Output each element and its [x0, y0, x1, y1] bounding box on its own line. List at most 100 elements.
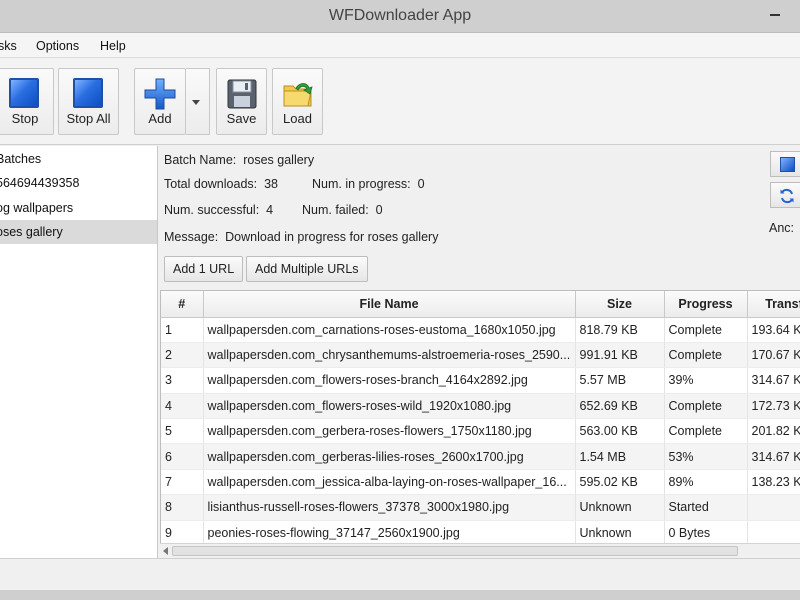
message-row: Message: Download in progress for roses …	[164, 230, 438, 244]
cell-transferred: 314.67 K	[747, 367, 800, 394]
column-header-progress[interactable]: Progress	[664, 291, 748, 318]
window-bottom-edge	[0, 590, 800, 600]
column-header-transferred[interactable]: Transf	[747, 291, 800, 318]
table-row[interactable]: 8 lisianthus-russell-roses-flowers_37378_…	[161, 494, 800, 521]
anc-label: Anc:	[769, 221, 795, 235]
chevron-down-icon	[192, 100, 200, 105]
cell-size: 1.54 MB	[575, 443, 665, 470]
side-refresh-button[interactable]	[770, 182, 800, 208]
cell-transferred: 138.23 K	[747, 469, 800, 496]
in-progress-value: 0	[417, 177, 425, 191]
message-value: Download in progress for roses gallery	[225, 230, 439, 244]
table-row[interactable]: 1 wallpapersden.com_carnations-roses-eust…	[161, 317, 800, 343]
title-bar: WFDownloader App	[0, 0, 800, 33]
minimize-icon[interactable]	[770, 4, 782, 18]
cell-transferred: 314.67 K	[747, 443, 800, 470]
batch-name-value: roses gallery	[243, 153, 315, 167]
batch-list-item[interactable]: 564694439358	[0, 171, 157, 195]
table-row[interactable]: 9 peonies-roses-flowing_37147_2560x1900.j…	[161, 520, 800, 547]
menu-options[interactable]: Options	[36, 39, 79, 53]
cell-file-name: wallpapersden.com_jessica-alba-laying-on…	[203, 469, 576, 496]
table-row[interactable]: 6 wallpapersden.com_gerberas-lilies-roses…	[161, 443, 800, 470]
cell-size: 818.79 KB	[575, 317, 665, 343]
cell-index: 1	[161, 317, 204, 343]
refresh-icon	[780, 188, 794, 204]
table-row[interactable]: 4 wallpapersden.com_flowers-roses-wild_19…	[161, 393, 800, 420]
add-multiple-urls-button[interactable]: Add Multiple URLs	[246, 256, 368, 282]
stop-all-button[interactable]: Stop All	[58, 68, 119, 135]
batch-list-item-selected[interactable]: oses gallery	[0, 220, 157, 244]
cell-index: 4	[161, 393, 204, 420]
batch-name-row: Batch Name: roses gallery	[164, 153, 314, 167]
in-progress-row: Num. in progress: 0	[312, 177, 425, 191]
add-one-url-button[interactable]: Add 1 URL	[164, 256, 244, 282]
cell-progress: 39%	[664, 367, 748, 394]
cell-index: 7	[161, 469, 204, 496]
load-button[interactable]: Load	[272, 68, 323, 135]
in-progress-label: Num. in progress:	[312, 177, 411, 191]
stop-button[interactable]: Stop	[0, 68, 54, 135]
cell-transferred	[747, 494, 800, 521]
table-header-row: # File Name Size Progress Transf	[161, 291, 800, 318]
cell-transferred	[747, 520, 800, 547]
message-label: Message:	[164, 230, 219, 244]
failed-row: Num. failed: 0	[302, 203, 383, 217]
stop-all-square-icon	[72, 78, 105, 110]
stop-square-icon	[780, 157, 795, 172]
window-title: WFDownloader App	[328, 7, 472, 24]
column-header-file-name[interactable]: File Name	[203, 291, 576, 318]
table-row[interactable]: 3 wallpapersden.com_flowers-roses-branch_…	[161, 367, 800, 394]
scrollbar-thumb[interactable]	[172, 546, 738, 556]
batch-list: Batches 564694439358 og wallpapers oses …	[0, 146, 158, 558]
cell-index: 8	[161, 494, 204, 521]
add-button[interactable]: Add	[134, 68, 186, 135]
cell-transferred: 170.67 K	[747, 342, 800, 369]
folder-arrow-icon	[282, 78, 314, 110]
cell-index: 2	[161, 342, 204, 369]
cell-index: 6	[161, 443, 204, 470]
table-row[interactable]: 5 wallpapersden.com_gerbera-roses-flowers…	[161, 418, 800, 445]
menu-help[interactable]: Help	[100, 39, 126, 53]
failed-value: 0	[375, 203, 383, 217]
cell-progress: Complete	[664, 317, 748, 343]
add-dropdown-button[interactable]	[186, 68, 210, 135]
table-row[interactable]: 7 wallpapersden.com_jessica-alba-laying-o…	[161, 469, 800, 496]
cell-file-name: peonies-roses-flowing_37147_2560x1900.jp…	[203, 520, 576, 547]
cell-file-name: wallpapersden.com_gerberas-lilies-roses_…	[203, 443, 576, 470]
save-button[interactable]: Save	[216, 68, 267, 135]
cell-transferred: 201.82 K	[747, 418, 800, 445]
batch-info-panel: Batch Name: roses gallery Total download…	[160, 146, 800, 290]
save-button-label: Save	[226, 111, 257, 126]
cell-size: 563.00 KB	[575, 418, 665, 445]
total-downloads-row: Total downloads: 38	[164, 177, 278, 191]
scroll-left-icon[interactable]	[163, 547, 168, 555]
cell-progress: Complete	[664, 342, 748, 369]
cell-progress: Started	[664, 494, 748, 521]
stop-all-button-label: Stop All	[66, 111, 111, 126]
batch-name-label: Batch Name:	[164, 153, 237, 167]
cell-transferred: 172.73 K	[747, 393, 800, 420]
successful-value: 4	[266, 203, 274, 217]
horizontal-scrollbar[interactable]	[160, 543, 800, 558]
cell-progress: 0 Bytes	[664, 520, 748, 547]
table-row[interactable]: 2 wallpapersden.com_chrysanthemums-alstro…	[161, 342, 800, 369]
batch-list-item[interactable]: Batches	[0, 147, 157, 171]
add-button-label: Add	[148, 111, 172, 126]
column-header-index[interactable]: #	[161, 291, 204, 318]
column-header-size[interactable]: Size	[575, 291, 665, 318]
plus-icon	[144, 78, 176, 110]
cell-index: 5	[161, 418, 204, 445]
menu-tasks[interactable]: sks	[0, 39, 17, 53]
side-stop-button[interactable]	[770, 151, 800, 177]
total-downloads-value: 38	[264, 177, 278, 191]
cell-size: 652.69 KB	[575, 393, 665, 420]
batch-list-item[interactable]: og wallpapers	[0, 196, 157, 220]
cell-size: Unknown	[575, 494, 665, 521]
successful-label: Num. successful:	[164, 203, 260, 217]
cell-file-name: wallpapersden.com_flowers-roses-wild_192…	[203, 393, 576, 420]
successful-row: Num. successful: 4	[164, 203, 273, 217]
cell-size: 991.91 KB	[575, 342, 665, 369]
toolbar: Stop Stop All Add Save Load	[0, 59, 800, 145]
cell-size: 595.02 KB	[575, 469, 665, 496]
total-downloads-label: Total downloads:	[164, 177, 258, 191]
